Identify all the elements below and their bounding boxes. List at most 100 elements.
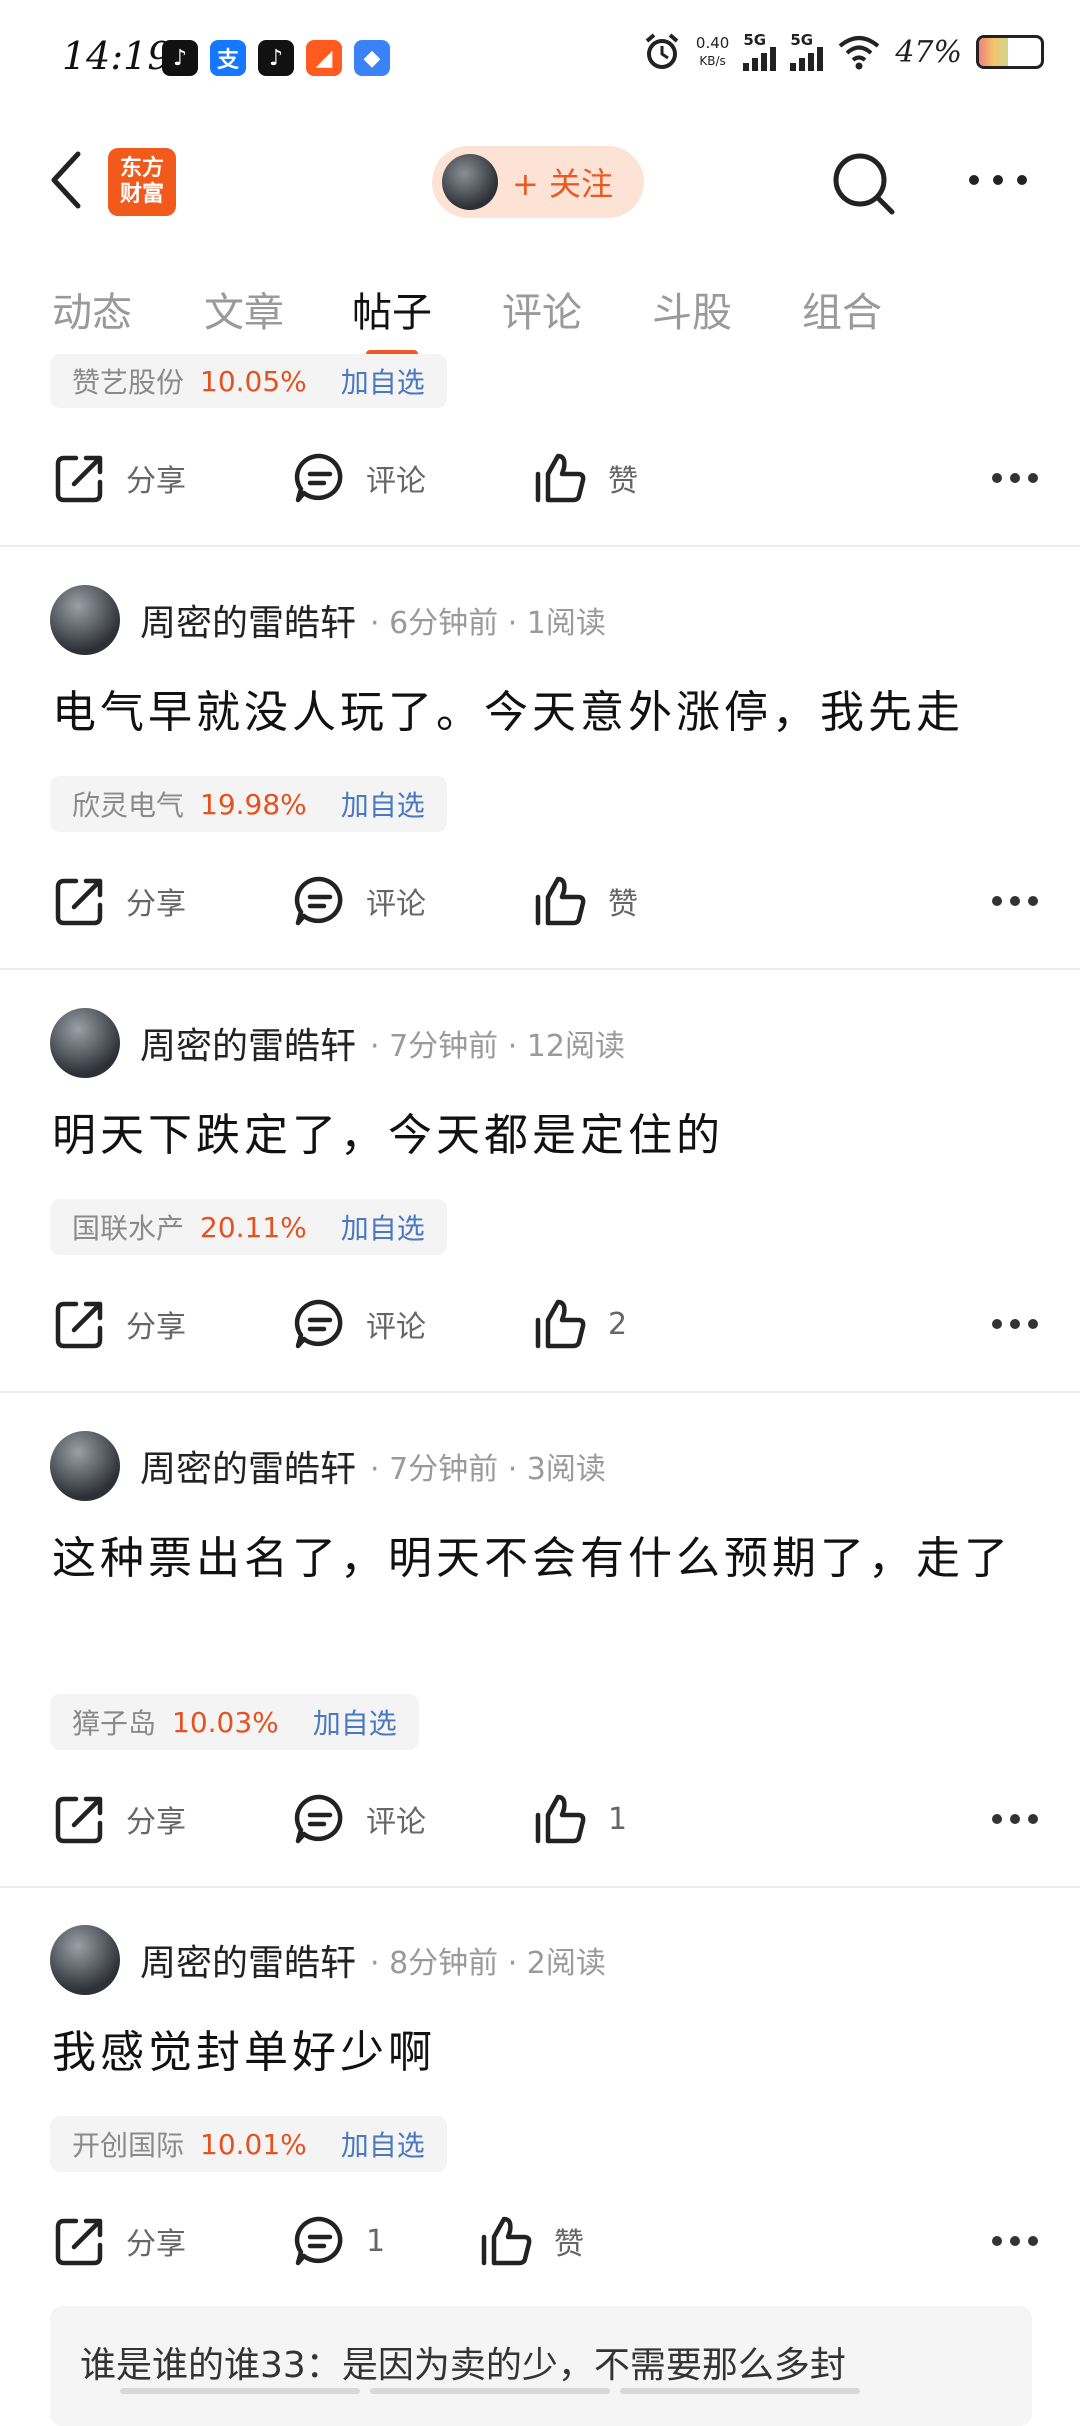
- stock-chip[interactable]: 开创国际 10.01% 加自选: [50, 2116, 447, 2172]
- comment-label: 评论: [366, 1805, 426, 1840]
- post-author[interactable]: 周密的雷皓轩 · 6分钟前 · 1阅读: [50, 582, 606, 658]
- post-meta: · 8分钟前 · 2阅读: [370, 1946, 606, 1981]
- more-options-icon[interactable]: [992, 896, 1038, 906]
- follow-label: + 关注: [512, 165, 613, 203]
- network-speed: 0.40 KB/s: [695, 34, 730, 68]
- add-watchlist-link[interactable]: 加自选: [341, 2124, 425, 2164]
- comment-button[interactable]: 1: [292, 2206, 385, 2276]
- share-label: 分享: [126, 1805, 186, 1840]
- like-button[interactable]: 1: [532, 1784, 627, 1854]
- share-button[interactable]: 分享: [52, 1289, 186, 1359]
- comment-icon: [294, 1794, 343, 1844]
- stock-name: 赞艺股份: [72, 366, 185, 399]
- tab-dynamics[interactable]: 动态: [52, 280, 132, 338]
- share-icon: [55, 2218, 103, 2266]
- signal-5g-1: 5G: [743, 33, 777, 71]
- comment-icon: [294, 453, 343, 503]
- like-button[interactable]: 赞: [532, 443, 638, 513]
- post-author[interactable]: 周密的雷皓轩 · 8分钟前 · 2阅读: [50, 1922, 606, 1998]
- share-icon: [55, 455, 103, 503]
- comment-label: 评论: [366, 1310, 426, 1345]
- share-button[interactable]: 分享: [52, 443, 186, 513]
- more-options-icon[interactable]: [992, 1319, 1038, 1329]
- add-watchlist-link[interactable]: 加自选: [341, 784, 425, 824]
- tiktok-icon: ♪: [258, 40, 294, 76]
- stock-chip[interactable]: 国联水产 20.11% 加自选: [50, 1199, 447, 1255]
- share-button[interactable]: 分享: [52, 866, 186, 936]
- back-arrow-icon[interactable]: [44, 148, 88, 212]
- comment-user: 谁是谁的谁33：: [80, 2345, 342, 2386]
- more-options-icon[interactable]: [992, 2236, 1038, 2246]
- battery-icon: [976, 35, 1044, 69]
- stock-change: 10.03%: [172, 1705, 279, 1739]
- post-author[interactable]: 周密的雷皓轩 · 7分钟前 · 3阅读: [50, 1428, 606, 1504]
- add-watchlist-link[interactable]: 加自选: [313, 1702, 397, 1742]
- comment-button[interactable]: 评论: [292, 866, 426, 936]
- avatar: [442, 154, 498, 210]
- post-text[interactable]: 这种票出名了，明天不会有什么预期了，走了: [52, 1524, 1032, 1594]
- thumbs-up-icon: [481, 2216, 532, 2266]
- comment-icon: [294, 1299, 343, 1349]
- share-icon: [55, 1796, 103, 1844]
- comment-icon: [294, 2216, 343, 2266]
- tab-comments[interactable]: 评论: [502, 280, 582, 338]
- like-button[interactable]: 2: [532, 1289, 627, 1359]
- stock-chip[interactable]: 獐子岛 10.03% 加自选: [50, 1694, 419, 1750]
- post-actions: 分享 评论 赞: [0, 443, 1080, 513]
- comment-label: 评论: [366, 464, 426, 499]
- status-bar: 14:19 ♪ 支 ♪ ◢ ◆ 0.40 KB/s 5G 5G 47%: [0, 0, 1080, 120]
- like-button[interactable]: 赞: [532, 866, 638, 936]
- post-text[interactable]: 我感觉封单好少啊: [52, 2018, 1032, 2088]
- clock: 14:19: [62, 34, 172, 78]
- post-text[interactable]: 电气早就没人玩了。今天意外涨停，我先走: [52, 678, 1032, 748]
- comment-preview[interactable]: 谁是谁的谁33：是因为卖的少，不需要那么多封: [50, 2306, 1032, 2426]
- more-icon[interactable]: [966, 170, 1030, 190]
- tab-posts[interactable]: 帖子: [352, 280, 432, 338]
- post-text[interactable]: 明天下跌定了，今天都是定住的: [52, 1101, 1032, 1171]
- post-actions: 分享 1 赞: [0, 2206, 1080, 2276]
- follow-button[interactable]: + 关注: [432, 146, 644, 218]
- comment-preview-text: 谁是谁的谁33：是因为卖的少，不需要那么多封: [80, 2336, 846, 2388]
- thumbs-up-icon: [535, 1794, 586, 1844]
- comment-count: 1: [366, 2223, 386, 2259]
- tab-articles[interactable]: 文章: [204, 280, 284, 338]
- tab-stock-battle[interactable]: 斗股: [652, 280, 732, 338]
- app-logo[interactable]: 东方 财富: [108, 148, 176, 216]
- comment-icon: [294, 876, 343, 926]
- stock-chip[interactable]: 欣灵电气 19.98% 加自选: [50, 776, 447, 832]
- divider: [0, 1886, 1080, 1888]
- comment-content: 是因为卖的少，不需要那么多封: [341, 2345, 846, 2386]
- like-button[interactable]: 赞: [478, 2206, 584, 2276]
- more-options-icon[interactable]: [992, 473, 1038, 483]
- share-button[interactable]: 分享: [52, 1784, 186, 1854]
- add-watchlist-link[interactable]: 加自选: [341, 1207, 425, 1247]
- app-logo-text: 东方 财富: [119, 156, 164, 207]
- comment-button[interactable]: 评论: [292, 443, 426, 513]
- divider: [0, 968, 1080, 970]
- alipay-icon: 支: [210, 40, 246, 76]
- add-watchlist-link[interactable]: 加自选: [341, 361, 425, 401]
- stock-name: 欣灵电气: [72, 789, 185, 822]
- thumbs-up-icon: [535, 1299, 586, 1349]
- more-options-icon[interactable]: [992, 1814, 1038, 1824]
- stock-chip[interactable]: 赞艺股份 10.05% 加自选: [50, 354, 447, 408]
- author-name: 周密的雷皓轩: [140, 1026, 357, 1067]
- notification-icons: ♪ 支 ♪ ◢ ◆: [162, 40, 390, 76]
- avatar: [50, 1925, 120, 1995]
- tiktok-icon: ♪: [162, 40, 198, 76]
- author-name: 周密的雷皓轩: [140, 603, 357, 644]
- search-icon[interactable]: [830, 150, 900, 220]
- tab-portfolio[interactable]: 组合: [802, 280, 882, 338]
- like-label: 赞: [608, 464, 638, 499]
- stock-change: 19.98%: [200, 787, 307, 821]
- thumbs-up-icon: [535, 453, 586, 503]
- stock-name: 獐子岛: [72, 1707, 157, 1740]
- comment-button[interactable]: 评论: [292, 1289, 426, 1359]
- stock-name: 开创国际: [72, 2129, 185, 2162]
- post-author[interactable]: 周密的雷皓轩 · 7分钟前 · 12阅读: [50, 1005, 625, 1081]
- share-button[interactable]: 分享: [52, 2206, 186, 2276]
- comment-button[interactable]: 评论: [292, 1784, 426, 1854]
- app-orange-icon: ◢: [306, 40, 342, 76]
- stock-change: 20.11%: [200, 1210, 307, 1244]
- post-actions: 分享 评论 1: [0, 1784, 1080, 1854]
